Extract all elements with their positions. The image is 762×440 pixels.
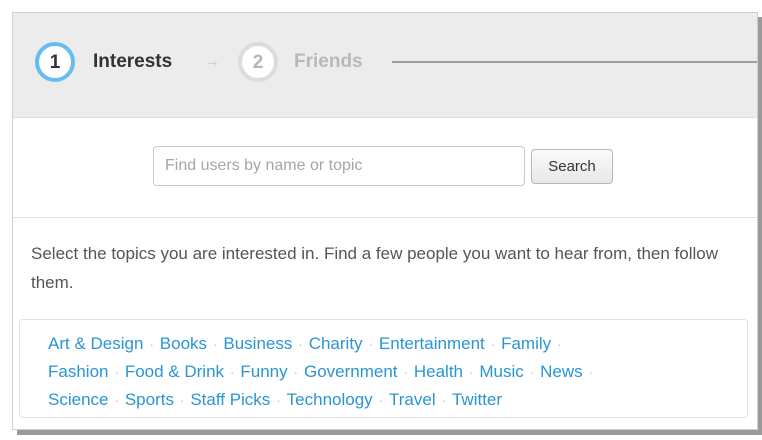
topic-link[interactable]: Books	[160, 334, 207, 353]
topic-separator: ·	[529, 365, 535, 380]
topic-link[interactable]: Science	[48, 390, 108, 409]
topic-line: Art & Design · Books · Business · Charity · Ente…	[48, 330, 733, 358]
topic-link[interactable]: Twitter	[452, 390, 502, 409]
topic-separator: ·	[588, 365, 593, 380]
topic-link[interactable]: Travel	[389, 390, 436, 409]
topic-separator: ·	[293, 365, 298, 380]
topic-separator: ·	[213, 337, 218, 352]
topic-separator: ·	[230, 365, 235, 380]
topic-link[interactable]: Fashion	[48, 362, 108, 381]
topic-separator: ·	[403, 365, 408, 380]
search-input[interactable]	[153, 146, 525, 186]
topic-separator: ·	[276, 393, 281, 408]
topic-link[interactable]: Funny	[240, 362, 287, 381]
topic-separator: ·	[441, 393, 446, 408]
topic-link[interactable]: Art & Design	[48, 334, 143, 353]
search-button[interactable]: Search	[531, 149, 613, 184]
topics-box: Art & Design · Books · Business · Charity · Ente…	[19, 319, 748, 418]
topic-line: Science · Sports · Staff Picks · Technology · Tr…	[48, 386, 733, 414]
topic-separator: ·	[298, 337, 303, 352]
step-1-circle: 1	[35, 42, 75, 82]
step-progress-header: 1 Interests → 2 Friends	[13, 13, 757, 118]
step-1-label: Interests	[93, 51, 173, 72]
topic-link[interactable]: Government	[304, 362, 398, 381]
topic-link[interactable]: Entertainment	[379, 334, 485, 353]
topic-link[interactable]: Sports	[125, 390, 174, 409]
topic-list: Art & Design · Books · Business · Charity · Ente…	[48, 330, 733, 414]
step-1-number: 1	[49, 51, 61, 73]
topic-line: Fashion · Food & Drink · Funny · Government · He…	[48, 358, 733, 386]
topic-separator: ·	[469, 365, 474, 380]
topic-link[interactable]: Music	[479, 362, 523, 381]
topic-separator: ·	[557, 337, 562, 352]
topic-separator: ·	[179, 393, 185, 408]
topic-link[interactable]: Staff Picks	[190, 390, 270, 409]
topic-link[interactable]: Family	[501, 334, 551, 353]
step-2-number: 2	[252, 51, 264, 73]
topic-separator: ·	[114, 365, 119, 380]
topic-link[interactable]: Food & Drink	[125, 362, 224, 381]
intro-text: Select the topics you are interested in.…	[31, 244, 718, 292]
topic-separator: ·	[114, 393, 119, 408]
arrow-right-icon: →	[205, 53, 220, 70]
step-2-label: Friends	[294, 51, 363, 72]
topic-link[interactable]: News	[540, 362, 583, 381]
topic-link[interactable]: Technology	[287, 390, 373, 409]
topic-separator: ·	[378, 393, 384, 408]
topic-link[interactable]: Charity	[309, 334, 363, 353]
topic-link[interactable]: Health	[414, 362, 463, 381]
topic-separator: ·	[149, 337, 154, 352]
topic-separator: ·	[490, 337, 496, 352]
topic-separator: ·	[368, 337, 373, 352]
search-area: Search	[13, 117, 757, 218]
progress-line	[392, 61, 757, 63]
step-2-circle: 2	[238, 42, 278, 82]
signup-panel: 1 Interests → 2 Friends Search Select th…	[12, 12, 758, 430]
topic-link[interactable]: Business	[223, 334, 292, 353]
